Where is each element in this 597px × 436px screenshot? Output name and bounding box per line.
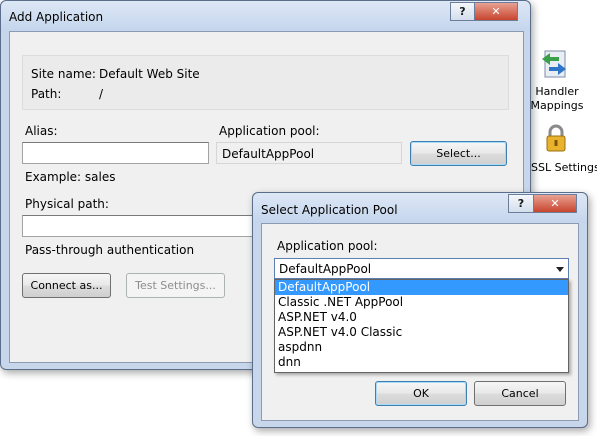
app-pool-select[interactable]: DefaultAppPool: [274, 258, 569, 279]
path-label: Path:: [31, 87, 62, 101]
site-name-label: Site name:: [31, 67, 96, 81]
cancel-button[interactable]: Cancel: [474, 381, 566, 406]
dropdown-option[interactable]: ASP.NET v4.0 Classic: [275, 325, 568, 340]
alias-label: Alias:: [25, 124, 58, 138]
pool-label: Application pool:: [277, 239, 378, 253]
pool-close-button[interactable]: ✕: [533, 194, 577, 213]
handler-mappings-line2: Mappings: [530, 99, 584, 112]
dropdown-option[interactable]: dnn: [275, 355, 568, 370]
ok-button[interactable]: OK: [375, 381, 467, 406]
ssl-settings-label[interactable]: SSL Settings: [531, 161, 597, 175]
app-pool-field: DefaultAppPool: [216, 142, 402, 164]
example-text: Example: sales: [25, 170, 116, 184]
help-button[interactable]: ?: [450, 2, 475, 21]
pool-help-button[interactable]: ?: [508, 194, 534, 213]
app-pool-label: Application pool:: [219, 124, 320, 138]
path-value: /: [99, 87, 104, 101]
add-application-titlebar[interactable]: Add Application ? ✕: [1, 1, 530, 31]
app-pool-dropdown-list: DefaultAppPool Classic .NET AppPool ASP.…: [274, 279, 569, 373]
chevron-down-icon[interactable]: [556, 267, 564, 272]
connect-as-button[interactable]: Connect as...: [22, 273, 111, 298]
pool-dialog-title: Select Application Pool: [261, 203, 398, 217]
select-pool-button[interactable]: Select...: [410, 141, 507, 166]
handler-mappings-line1: Handler: [535, 85, 579, 98]
alias-input[interactable]: [22, 142, 209, 164]
physical-path-label: Physical path:: [25, 197, 109, 211]
dropdown-option[interactable]: DefaultAppPool: [275, 280, 568, 295]
ssl-lock-icon[interactable]: [541, 123, 571, 153]
passthrough-label: Pass-through authentication: [25, 243, 195, 257]
test-settings-button[interactable]: Test Settings...: [126, 273, 225, 298]
handler-mappings-label[interactable]: Handler Mappings: [529, 85, 585, 113]
dropdown-option[interactable]: Classic .NET AppPool: [275, 295, 568, 310]
close-button[interactable]: ✕: [474, 2, 518, 21]
select-pool-client: Application pool: DefaultAppPool Default…: [261, 223, 579, 421]
select-app-pool-dialog: Select Application Pool ? ✕ Application …: [252, 192, 588, 428]
dropdown-option[interactable]: ASP.NET v4.0: [275, 310, 568, 325]
dropdown-option[interactable]: aspdnn: [275, 340, 568, 355]
handler-mappings-icon[interactable]: [539, 49, 569, 79]
site-info-group: [22, 55, 509, 110]
site-name-value: Default Web Site: [99, 67, 200, 81]
app-pool-value: DefaultAppPool: [222, 147, 315, 161]
app-pool-select-value: DefaultAppPool: [279, 262, 372, 276]
select-pool-titlebar[interactable]: Select Application Pool ? ✕: [253, 193, 587, 223]
dialog-title: Add Application: [9, 10, 104, 24]
